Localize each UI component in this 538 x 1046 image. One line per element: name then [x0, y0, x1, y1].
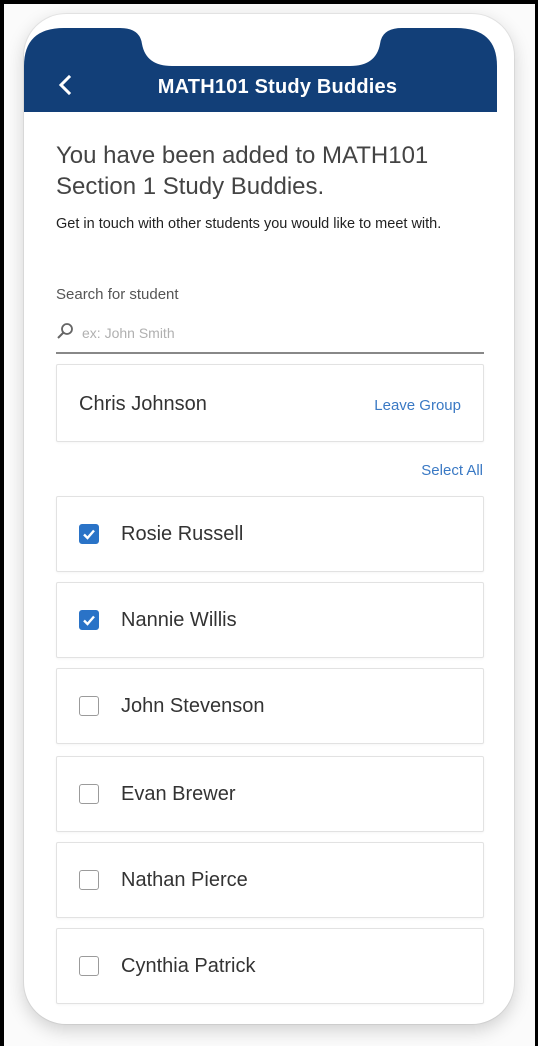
search-field[interactable]	[56, 316, 484, 354]
select-all-button[interactable]: Select All	[421, 462, 483, 479]
student-row[interactable]: Rosie Russell	[56, 496, 484, 572]
student-name: Cynthia Patrick	[121, 955, 256, 977]
student-name: Rosie Russell	[121, 523, 244, 545]
intro-subtext: Get in touch with other students you wou…	[56, 216, 442, 232]
student-row[interactable]: Evan Brewer	[56, 756, 484, 832]
checkmark-icon	[83, 529, 95, 540]
student-name: John Stevenson	[121, 695, 265, 717]
student-row[interactable]: John Stevenson	[56, 668, 484, 744]
owner-name: Chris Johnson	[79, 393, 207, 415]
student-checkbox[interactable]	[79, 524, 99, 544]
student-checkbox[interactable]	[79, 610, 99, 630]
student-checkbox[interactable]	[79, 870, 99, 890]
intro-heading: You have been added to MATH101 Section 1…	[56, 142, 429, 200]
student-checkbox[interactable]	[79, 956, 99, 976]
student-checkbox[interactable]	[79, 696, 99, 716]
page-title: MATH101 Study Buddies	[157, 76, 398, 98]
group-owner-card: Chris Johnson Leave Group	[56, 364, 484, 442]
search-icon	[57, 323, 73, 339]
student-name: Nannie Willis	[121, 609, 237, 631]
student-name: Evan Brewer	[121, 783, 236, 805]
search-input[interactable]	[82, 322, 462, 344]
checkmark-icon	[83, 615, 95, 626]
student-name: Nathan Pierce	[121, 869, 248, 891]
student-checkbox[interactable]	[79, 784, 99, 804]
student-row[interactable]: Cynthia Patrick	[56, 928, 484, 1004]
leave-group-button[interactable]: Leave Group	[374, 397, 461, 414]
search-label: Search for student	[56, 286, 179, 303]
student-row[interactable]: Nannie Willis	[56, 582, 484, 658]
student-row[interactable]: Nathan Pierce	[56, 842, 484, 918]
